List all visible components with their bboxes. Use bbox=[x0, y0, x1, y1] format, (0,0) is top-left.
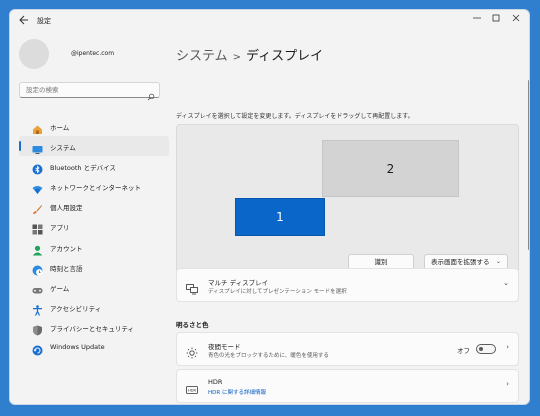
sidebar-item-accessibility[interactable]: アクセシビリティ bbox=[19, 297, 169, 317]
multi-display-card[interactable]: マルチ ディスプレイ ディスプレイに対してプレゼンテーション モードを選択 ⌄ bbox=[176, 268, 519, 302]
hdr-info-link[interactable]: HDR に関する詳細情報 bbox=[208, 388, 266, 396]
extend-display-value: 表示画面を拡張する bbox=[431, 258, 490, 266]
sidebar-item-time-language[interactable]: 時刻と言語 bbox=[19, 257, 169, 277]
sidebar-item-home[interactable]: ホーム bbox=[19, 116, 169, 136]
sidebar-item-accounts[interactable]: アカウント bbox=[19, 237, 169, 257]
breadcrumb: システム > ディスプレイ bbox=[176, 45, 323, 64]
sidebar-item-privacy-security[interactable]: プライバシーとセキュリティ bbox=[19, 317, 169, 337]
svg-text:HDR: HDR bbox=[188, 389, 196, 393]
sidebar-item-label: Windows Update bbox=[50, 343, 105, 352]
system-icon bbox=[32, 140, 43, 155]
avatar[interactable] bbox=[19, 39, 49, 69]
back-arrow-icon[interactable] bbox=[18, 15, 30, 27]
sidebar-nav: ホーム システム Bluetooth とデバイス ネットワークとインターネット … bbox=[19, 116, 169, 357]
night-light-card[interactable]: 夜間モード 青色の光をブロックするために、暖色を使用する オフ › bbox=[176, 332, 519, 366]
active-indicator bbox=[19, 141, 21, 152]
display-instruction: ディスプレイを選択して設定を変更します。ディスプレイをドラッグして再配置します。 bbox=[176, 113, 414, 120]
night-light-toggle[interactable] bbox=[476, 344, 496, 354]
app-title: 設定 bbox=[37, 17, 51, 25]
sidebar-item-label: プライバシーとセキュリティ bbox=[50, 324, 134, 333]
hdr-card[interactable]: HDR HDR HDR に関する詳細情報 › bbox=[176, 369, 519, 403]
sidebar-item-label: ホーム bbox=[50, 124, 70, 132]
chevron-down-icon: ⌄ bbox=[495, 258, 501, 265]
sidebar-item-label: ネットワークとインターネット bbox=[50, 184, 141, 193]
night-light-toggle-label: オフ bbox=[457, 347, 470, 355]
sun-icon bbox=[186, 344, 198, 359]
breadcrumb-separator: > bbox=[232, 52, 242, 63]
sidebar-item-network[interactable]: ネットワークとインターネット bbox=[19, 176, 169, 196]
title-bar: 設定 bbox=[10, 10, 529, 32]
sidebar-item-label: 個人用設定 bbox=[50, 204, 83, 213]
sidebar-item-personalization[interactable]: 個人用設定 bbox=[19, 196, 169, 216]
multi-display-description: ディスプレイに対してプレゼンテーション モードを選択 bbox=[208, 289, 347, 295]
home-icon bbox=[32, 120, 43, 134]
sidebar-item-label: アカウント bbox=[50, 244, 83, 253]
sidebar-item-label: 時刻と言語 bbox=[50, 264, 83, 273]
windows-update-icon bbox=[32, 341, 43, 356]
sidebar-item-label: ゲーム bbox=[50, 284, 70, 293]
monitor-1[interactable]: 1 bbox=[235, 198, 325, 236]
sidebar-item-label: Bluetooth とデバイス bbox=[50, 164, 116, 173]
account-email: @ipentec.com bbox=[71, 50, 115, 57]
accessibility-icon bbox=[32, 301, 43, 316]
apps-icon bbox=[32, 220, 43, 235]
night-light-description: 青色の光をブロックするために、暖色を使用する bbox=[208, 353, 329, 359]
sidebar-item-label: アクセシビリティ bbox=[50, 304, 102, 313]
display-arrangement-panel: 2 1 識別 表示画面を拡張する ⌄ bbox=[176, 124, 519, 277]
sidebar: @ipentec.com ホーム システム bbox=[10, 32, 170, 404]
gaming-icon bbox=[32, 281, 43, 294]
search-input[interactable] bbox=[26, 86, 136, 94]
chevron-right-icon[interactable]: › bbox=[506, 343, 509, 351]
sidebar-item-label: システム bbox=[50, 144, 76, 153]
sidebar-item-windows-update[interactable]: Windows Update bbox=[19, 337, 169, 357]
chevron-down-icon: ⌄ bbox=[503, 279, 509, 287]
sidebar-item-system[interactable]: システム bbox=[19, 136, 169, 157]
hdr-title: HDR bbox=[208, 378, 223, 386]
multi-display-title: マルチ ディスプレイ bbox=[208, 279, 269, 287]
sidebar-item-apps[interactable]: アプリ bbox=[19, 216, 169, 236]
chevron-right-icon[interactable]: › bbox=[506, 380, 509, 388]
toggle-knob bbox=[479, 347, 483, 351]
page-title: ディスプレイ bbox=[246, 49, 324, 64]
search-icon[interactable] bbox=[147, 86, 155, 101]
breadcrumb-parent[interactable]: システム bbox=[176, 49, 228, 64]
monitor-2[interactable]: 2 bbox=[322, 140, 459, 197]
monitor-2-label: 2 bbox=[386, 161, 395, 176]
sidebar-item-label: アプリ bbox=[50, 224, 70, 233]
account-icon bbox=[32, 241, 43, 256]
scrollbar[interactable] bbox=[528, 80, 529, 250]
sidebar-item-bluetooth[interactable]: Bluetooth とデバイス bbox=[19, 156, 169, 176]
shield-icon bbox=[32, 321, 43, 336]
maximize-icon[interactable] bbox=[488, 13, 504, 27]
brush-icon bbox=[32, 200, 43, 215]
brightness-section-header: 明るさと色 bbox=[176, 321, 209, 329]
hdr-icon: HDR bbox=[186, 381, 198, 394]
sidebar-item-gaming[interactable]: ゲーム bbox=[19, 277, 169, 297]
search-box[interactable] bbox=[19, 82, 160, 101]
night-light-title: 夜間モード bbox=[208, 343, 241, 351]
main-content: システム > ディスプレイ ディスプレイを選択して設定を変更します。ディスプレイをド… bbox=[170, 32, 529, 404]
settings-window: 設定 @ipentec.com ホーム bbox=[9, 9, 530, 405]
monitor-1-label: 1 bbox=[276, 210, 284, 224]
bluetooth-icon bbox=[32, 160, 43, 175]
minimize-icon[interactable] bbox=[469, 13, 485, 27]
time-language-icon bbox=[32, 261, 43, 276]
close-icon[interactable] bbox=[508, 13, 524, 27]
network-icon bbox=[32, 180, 43, 195]
multi-display-icon bbox=[186, 280, 198, 295]
